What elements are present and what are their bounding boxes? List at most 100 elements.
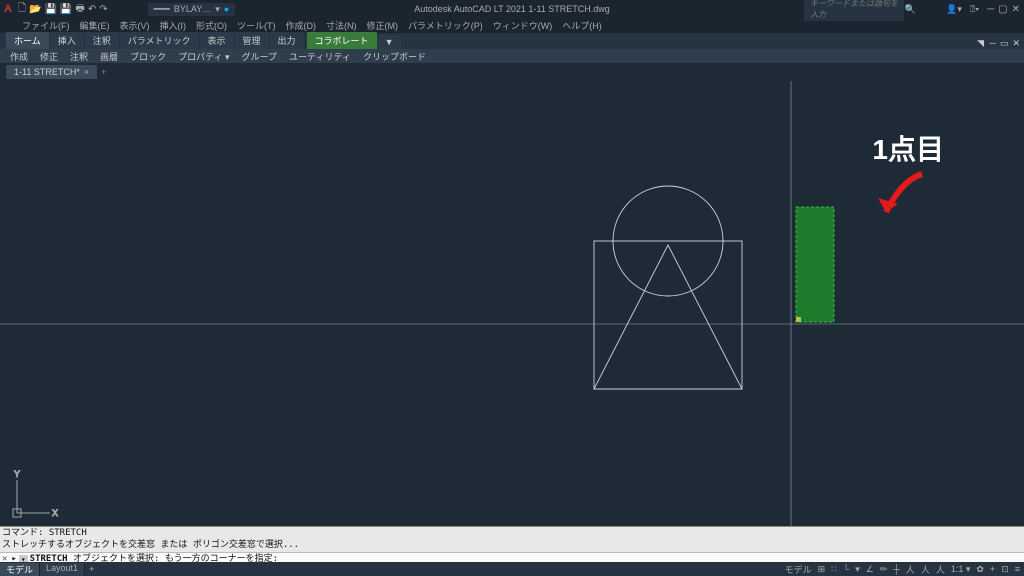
status-right: モデル ⊞ ∷ └ ▾ ∠ ✏ ┼ 人 人 人 1:1 ▾ ✿ + ⊡ ≡ <box>785 563 1020 576</box>
anno-visibility-icon[interactable]: 人 <box>921 563 930 576</box>
search-input[interactable]: キーワードまたは語句を入力 <box>804 0 904 21</box>
crossing-selection-window <box>796 207 834 322</box>
command-history: コマンド: STRETCH ストレッチするオブジェクトを交差窓 または ポリゴン… <box>0 527 1024 552</box>
tab-manage[interactable]: 管理 <box>235 32 269 49</box>
close-button[interactable]: ✕ <box>1012 4 1020 15</box>
menu-format[interactable]: 形式(O) <box>196 19 227 32</box>
layout-tabs[interactable]: モデル Layout1 <box>0 563 85 576</box>
layer-name: BYLAY… <box>174 4 211 14</box>
open-icon[interactable]: 📂 <box>29 4 41 15</box>
selection-pickbox <box>796 317 801 322</box>
command-window[interactable]: コマンド: STRETCH ストレッチするオブジェクトを交差窓 または ポリゴン… <box>0 526 1024 562</box>
workspace-icon[interactable]: ✿ <box>976 564 984 575</box>
command-history-line: ストレッチするオブジェクトを交差窓 または ポリゴン交差窓で選択... <box>2 540 1022 552</box>
menu-parametric[interactable]: パラメトリック(P) <box>408 19 483 32</box>
ribbon-tabs: ホーム 挿入 注釈 パラメトリック 表示 管理 出力 コラボレート ▼ ◥ ─ … <box>0 33 1024 49</box>
status-bar: モデル Layout1 + モデル ⊞ ∷ └ ▾ ∠ ✏ ┼ 人 人 人 1:… <box>0 562 1024 576</box>
menu-dimension[interactable]: 寸法(N) <box>326 19 357 32</box>
menu-insert[interactable]: 挿入(I) <box>160 19 187 32</box>
signin-icon[interactable]: 👤▾ <box>946 4 962 15</box>
tab-more[interactable]: ▼ <box>377 35 402 49</box>
anno-auto-icon[interactable]: 人 <box>936 563 945 576</box>
grid-icon[interactable]: ⊞ <box>818 564 826 575</box>
file-tab-name: 1-11 STRETCH* <box>14 67 80 77</box>
doc-close-icon[interactable]: ✕ <box>1012 38 1020 49</box>
ucs-x-label: X <box>52 508 58 518</box>
doc-restore-icon[interactable]: ▭ <box>1000 38 1009 49</box>
app-logo[interactable]: A <box>4 3 12 15</box>
tab-insert[interactable]: 挿入 <box>50 32 84 49</box>
drawing-canvas[interactable]: Y X <box>0 81 1024 526</box>
tab-collaborate[interactable]: コラボレート <box>307 32 377 49</box>
ucs-icon: Y X <box>13 469 58 518</box>
panel-utilities[interactable]: ユーティリティ <box>285 50 355 63</box>
scale-dropdown[interactable]: 1:1 ▾ <box>951 564 971 575</box>
panel-clipboard[interactable]: クリップボード <box>359 50 430 63</box>
file-tab-add-icon[interactable]: + <box>101 67 106 77</box>
menu-file[interactable]: ファイル(F) <box>22 19 70 32</box>
lineweight-icon[interactable]: ┼ <box>893 564 899 574</box>
line-preview-icon: ━━━ <box>154 4 170 15</box>
menu-view[interactable]: 表示(V) <box>120 19 150 32</box>
tab-view[interactable]: 表示 <box>200 32 234 49</box>
ribbon-app-icon[interactable]: ◥ <box>977 38 984 49</box>
panel-properties[interactable]: プロパティ ▾ <box>174 50 233 63</box>
tab-home[interactable]: ホーム <box>6 32 49 49</box>
polar-icon[interactable]: ▾ <box>855 564 860 575</box>
menu-window[interactable]: ウィンドウ(W) <box>493 19 553 32</box>
document-title: Autodesk AutoCAD LT 2021 1-11 STRETCH.dw… <box>414 4 610 14</box>
drawn-rectangle[interactable] <box>594 241 742 389</box>
osnap-icon[interactable]: ✏ <box>880 564 888 575</box>
tab-parametric[interactable]: パラメトリック <box>120 32 199 49</box>
quick-access-toolbar[interactable]: 🗋 📂 💾 💾 🖶 ↶ ↷ <box>18 1 108 18</box>
panel-block[interactable]: ブロック <box>126 50 170 63</box>
menu-help[interactable]: ヘルプ(H) <box>562 19 602 32</box>
drawn-triangle[interactable] <box>594 245 742 389</box>
panel-annotation[interactable]: 注釈 <box>66 50 92 63</box>
status-model-button[interactable]: モデル <box>785 563 812 576</box>
anno-scale-icon[interactable]: 人 <box>906 563 915 576</box>
menu-edit[interactable]: 編集(E) <box>80 19 110 32</box>
panel-groups[interactable]: グループ <box>238 50 281 63</box>
save-icon[interactable]: 💾 <box>44 4 56 15</box>
color-swatch-icon[interactable]: ● <box>224 4 229 14</box>
doc-minimize-icon[interactable]: ─ <box>990 38 996 49</box>
menu-draw[interactable]: 作成(D) <box>286 19 317 32</box>
tab-annotate[interactable]: 注釈 <box>85 32 119 49</box>
layout-tab-layout1[interactable]: Layout1 <box>40 563 85 576</box>
panel-layers[interactable]: 画層 <box>96 50 122 63</box>
undo-icon[interactable]: ↶ <box>88 4 96 15</box>
file-tab[interactable]: 1-11 STRETCH* × <box>6 65 97 79</box>
file-tab-close-icon[interactable]: × <box>84 67 89 77</box>
maximize-button[interactable]: ▢ <box>998 4 1007 15</box>
panel-draw[interactable]: 作成 <box>6 50 32 63</box>
tab-output[interactable]: 出力 <box>270 32 304 49</box>
ortho-icon[interactable]: └ <box>843 564 849 574</box>
panel-modify[interactable]: 修正 <box>36 50 62 63</box>
canvas-svg[interactable]: Y X <box>0 81 1024 526</box>
menu-modify[interactable]: 修正(M) <box>367 19 399 32</box>
menu-tools[interactable]: ツール(T) <box>237 19 276 32</box>
angle-icon[interactable]: ∠ <box>866 564 874 575</box>
command-history-line: コマンド: STRETCH <box>2 528 1022 540</box>
zoom-icon[interactable]: + <box>990 564 995 574</box>
file-tab-strip: 1-11 STRETCH* × + <box>0 63 1024 81</box>
ucs-y-label: Y <box>14 469 20 479</box>
layout-tab-model[interactable]: モデル <box>0 563 40 576</box>
help-icon[interactable]: ⍰▾ <box>970 4 979 15</box>
cleanscreen-icon[interactable]: ⊡ <box>1001 564 1009 575</box>
layout-add-icon[interactable]: + <box>85 564 98 574</box>
titlebar-right: 👤▾ ⍰▾ ─ ▢ ✕ <box>946 4 1020 15</box>
layer-dropdown[interactable]: ━━━ BYLAY… ▾ ● <box>148 3 236 16</box>
snap-icon[interactable]: ∷ <box>831 564 837 575</box>
ribbon-panels: 作成 修正 注釈 画層 ブロック プロパティ ▾ グループ ユーティリティ クリ… <box>0 49 1024 63</box>
title-bar: A 🗋 📂 💾 💾 🖶 ↶ ↷ ━━━ BYLAY… ▾ ● Autodesk … <box>0 0 1024 18</box>
minimize-button[interactable]: ─ <box>987 4 994 15</box>
plot-icon[interactable]: 🖶 <box>75 1 84 18</box>
chevron-down-icon: ▾ <box>215 4 220 15</box>
new-icon[interactable]: 🗋 <box>18 1 26 18</box>
redo-icon[interactable]: ↷ <box>99 4 107 15</box>
saveas-icon[interactable]: 💾 <box>60 4 72 15</box>
search-icon[interactable]: 🔍 <box>905 4 916 15</box>
customize-icon[interactable]: ≡ <box>1015 564 1020 574</box>
